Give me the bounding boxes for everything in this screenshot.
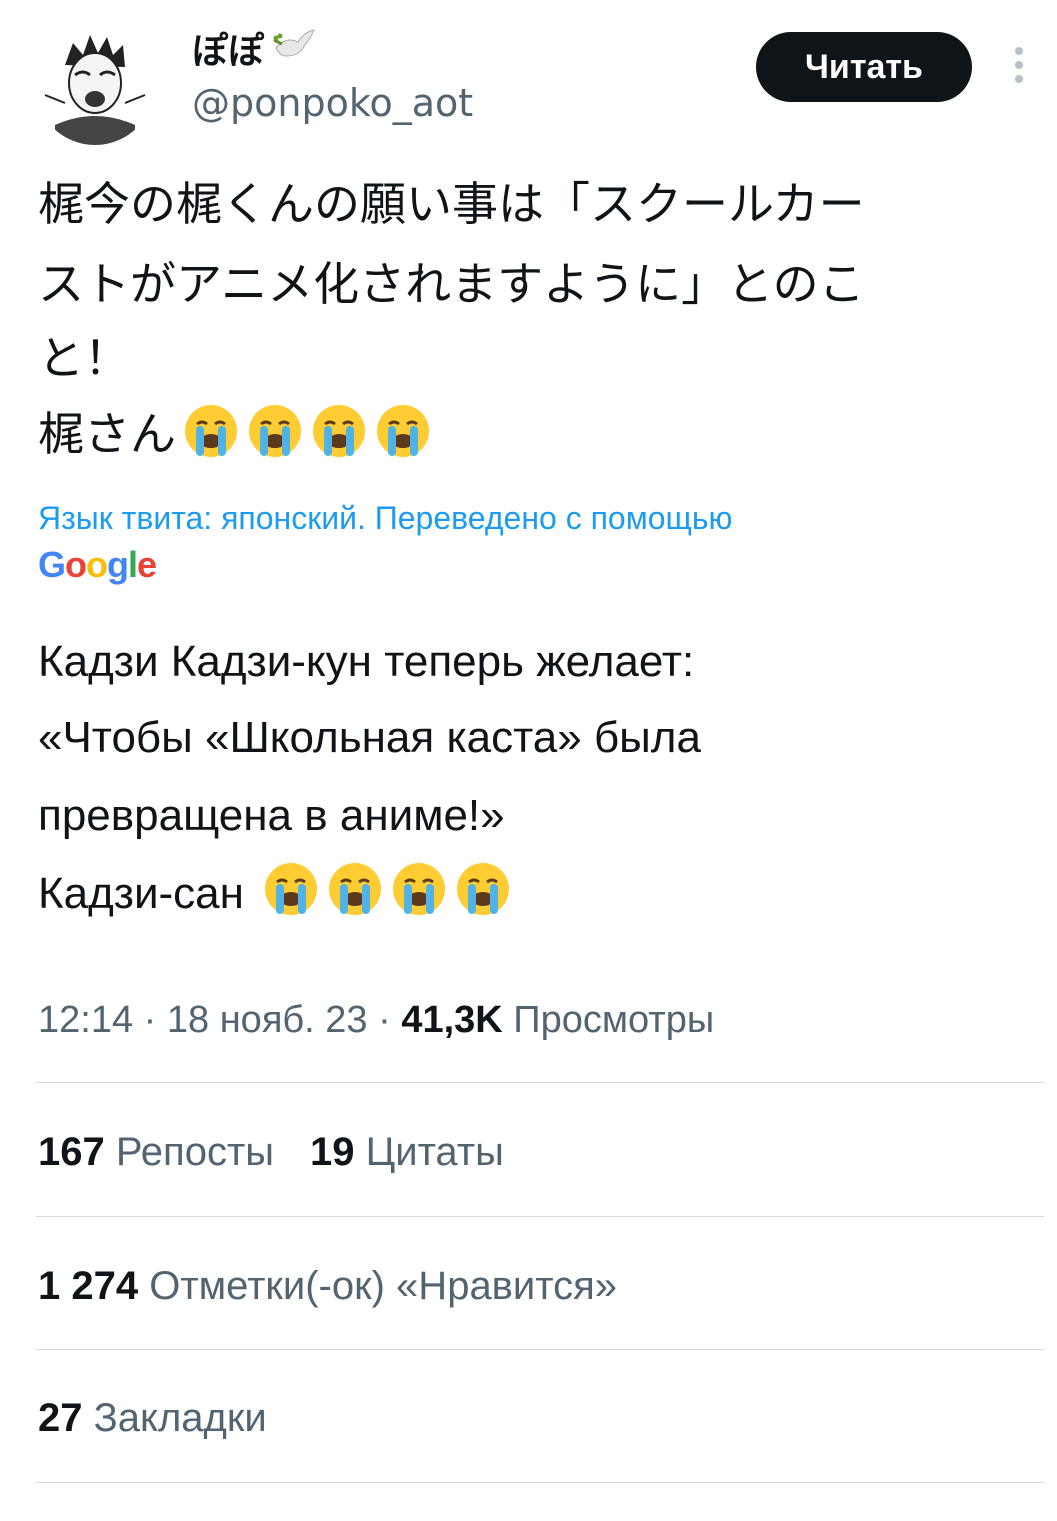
bookmarks-count: 27 [38,1396,83,1440]
tweet-text-line: 梶今の梶くんの願い事は「スクールカー [38,177,865,231]
crying-face-icon [326,860,384,918]
tweet-text-line-with-emoji: 梶さん [38,394,432,474]
translated-text: Кадзи-сан [38,869,244,918]
divider [36,1082,1044,1083]
tweet-text-line: と！ [38,331,130,385]
dove-with-olive-branch-icon [270,26,318,78]
tweet-date[interactable]: 18 нояб. 23 [167,999,368,1041]
divider [36,1482,1044,1483]
crying-face-icon [310,402,368,460]
crying-face-icon [390,860,448,918]
crying-face-icon [454,860,512,918]
quotes-link[interactable]: 19 Цитаты [310,1130,504,1174]
separator: · [133,999,167,1041]
likes-link[interactable]: 1 274 Отметки(-ок) «Нравится» [38,1260,617,1312]
author-handle[interactable]: @ponpoko_aot [192,80,473,126]
separator: · [367,999,402,1041]
views-count: 41,3K [401,999,503,1041]
likes-count: 1 274 [38,1264,139,1308]
tweet-text-line: ストがアニメ化されますように」とのこ [38,257,865,311]
author-display-name[interactable]: ぽぽ [192,26,318,78]
translated-text-line: «Чтобы «Школьная каста» была [38,713,701,762]
bookmarks-label: Закладки [82,1396,267,1440]
crying-face-icon [182,402,240,460]
quotes-count: 19 [310,1130,355,1174]
author-avatar[interactable] [35,25,155,145]
reposts-link[interactable]: 167 Репосты [38,1130,274,1174]
crying-face-icon [374,402,432,460]
tweet-text: 梶さん [38,407,176,461]
google-logo: Google [38,544,157,585]
likes-label: Отметки(-ок) «Нравится» [138,1264,618,1308]
translated-text-line: Кадзи Кадзи-кун теперь желает: [38,637,695,686]
reposts-quotes-row: 167 Репосты 19 Цитаты [38,1126,504,1178]
views-label: Просмотры [502,999,715,1041]
more-vertical-icon[interactable] [1012,44,1026,86]
author-name-text: ぽぽ [192,31,265,72]
translated-text-line: превращена в аниме!» [38,791,505,840]
crying-face-icon [246,402,304,460]
quotes-label: Цитаты [354,1130,504,1174]
follow-button[interactable]: Читать [756,32,972,102]
divider [36,1349,1044,1350]
bookmarks-link[interactable]: 27 Закладки [38,1392,267,1444]
divider [36,1216,1044,1217]
translated-text-line-with-emoji: Кадзи-сан [38,854,512,934]
crying-face-icon [262,860,320,918]
tweet-time[interactable]: 12:14 [38,999,133,1041]
translation-note[interactable]: Язык твита: японский. Переведено с помощ… [38,496,733,540]
reposts-count: 167 [38,1130,105,1174]
reposts-label: Репосты [104,1130,275,1174]
tweet-meta: 12:14 · 18 нояб. 23 · 41,3K Просмотры [38,995,714,1045]
